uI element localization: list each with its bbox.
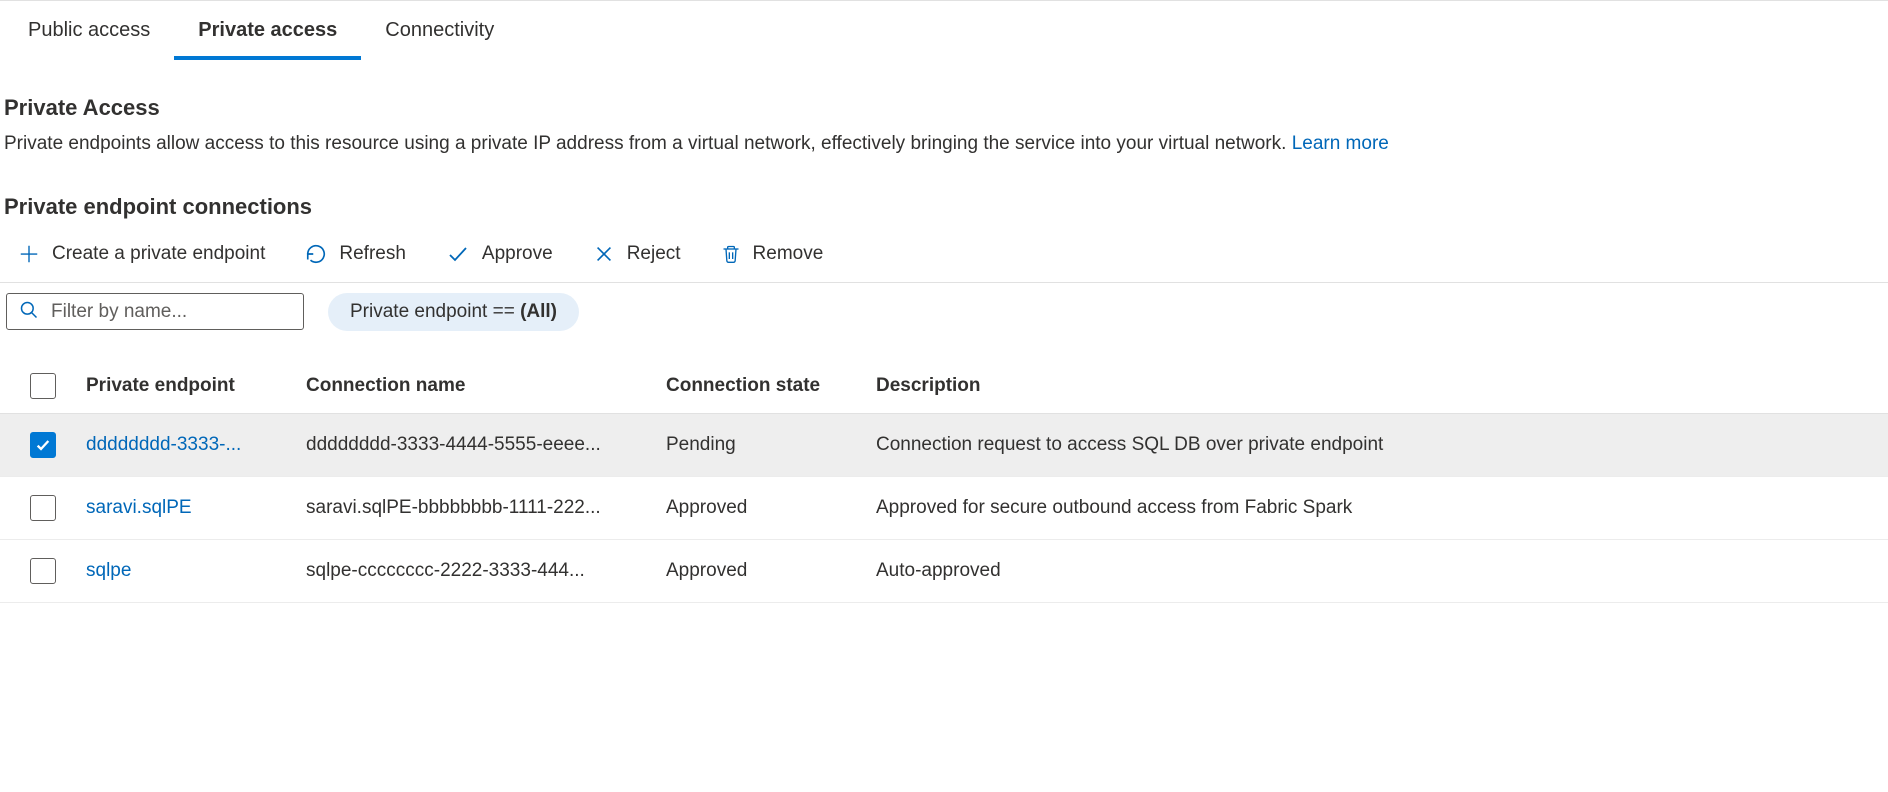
x-icon [593,243,615,265]
private-endpoint-link[interactable]: dddddddd-3333-... [86,434,306,456]
learn-more-link[interactable]: Learn more [1292,133,1389,154]
section-title: Private Access [0,95,1888,121]
table-row[interactable]: dddddddd-3333-... dddddddd-3333-4444-555… [0,414,1888,477]
refresh-label: Refresh [339,243,406,265]
private-endpoint-table: Private endpoint Connection name Connect… [0,359,1888,603]
refresh-button[interactable]: Refresh [299,239,412,269]
table-header-row: Private endpoint Connection name Connect… [0,359,1888,414]
subsection-title: Private endpoint connections [0,194,1888,220]
section-description: Private endpoints allow access to this r… [0,131,1888,158]
filter-pill-private-endpoint[interactable]: Private endpoint == (All) [328,293,579,331]
description-cell: Auto-approved [876,560,1888,582]
table-row[interactable]: saravi.sqlPE saravi.sqlPE-bbbbbbbb-1111-… [0,477,1888,540]
connection-state-cell: Pending [666,434,876,456]
tab-connectivity[interactable]: Connectivity [361,1,518,60]
connection-name-cell: saravi.sqlPE-bbbbbbbb-1111-222... [306,497,666,519]
search-icon [19,300,39,323]
connection-name-cell: sqlpe-cccccccc-2222-3333-444... [306,560,666,582]
header-connection-name[interactable]: Connection name [306,375,666,397]
check-icon [446,242,470,266]
remove-label: Remove [753,243,824,265]
header-private-endpoint[interactable]: Private endpoint [86,375,306,397]
connection-name-cell: dddddddd-3333-4444-5555-eeee... [306,434,666,456]
filter-pill-value: (All) [520,301,557,322]
reject-label: Reject [627,243,681,265]
description-cell: Approved for secure outbound access from… [876,497,1888,519]
row-checkbox[interactable] [30,495,56,521]
header-connection-state[interactable]: Connection state [666,375,876,397]
private-endpoint-link[interactable]: saravi.sqlPE [86,497,306,519]
create-label: Create a private endpoint [52,243,265,265]
toolbar: Create a private endpoint Refresh Approv… [0,238,1888,283]
connection-state-cell: Approved [666,560,876,582]
select-all-checkbox[interactable] [30,373,56,399]
header-description[interactable]: Description [876,375,1888,397]
trash-icon [721,243,741,265]
approve-label: Approve [482,243,553,265]
section-description-text: Private endpoints allow access to this r… [4,133,1292,154]
description-cell: Connection request to access SQL DB over… [876,434,1888,456]
filter-pill-prefix: Private endpoint == [350,301,520,322]
plus-icon [18,243,40,265]
table-row[interactable]: sqlpe sqlpe-cccccccc-2222-3333-444... Ap… [0,540,1888,603]
private-endpoint-link[interactable]: sqlpe [86,560,306,582]
filter-by-name-input[interactable] [51,301,296,323]
row-checkbox[interactable] [30,432,56,458]
filter-row: Private endpoint == (All) [0,293,1888,331]
tabs-container: Public access Private access Connectivit… [0,1,1888,61]
refresh-icon [305,243,327,265]
filter-input-wrapper[interactable] [6,293,304,330]
create-private-endpoint-button[interactable]: Create a private endpoint [12,239,271,269]
approve-button[interactable]: Approve [440,238,559,270]
row-checkbox[interactable] [30,558,56,584]
reject-button[interactable]: Reject [587,239,687,269]
connection-state-cell: Approved [666,497,876,519]
tab-public-access[interactable]: Public access [4,1,174,60]
tab-private-access[interactable]: Private access [174,1,361,60]
remove-button[interactable]: Remove [715,239,830,269]
